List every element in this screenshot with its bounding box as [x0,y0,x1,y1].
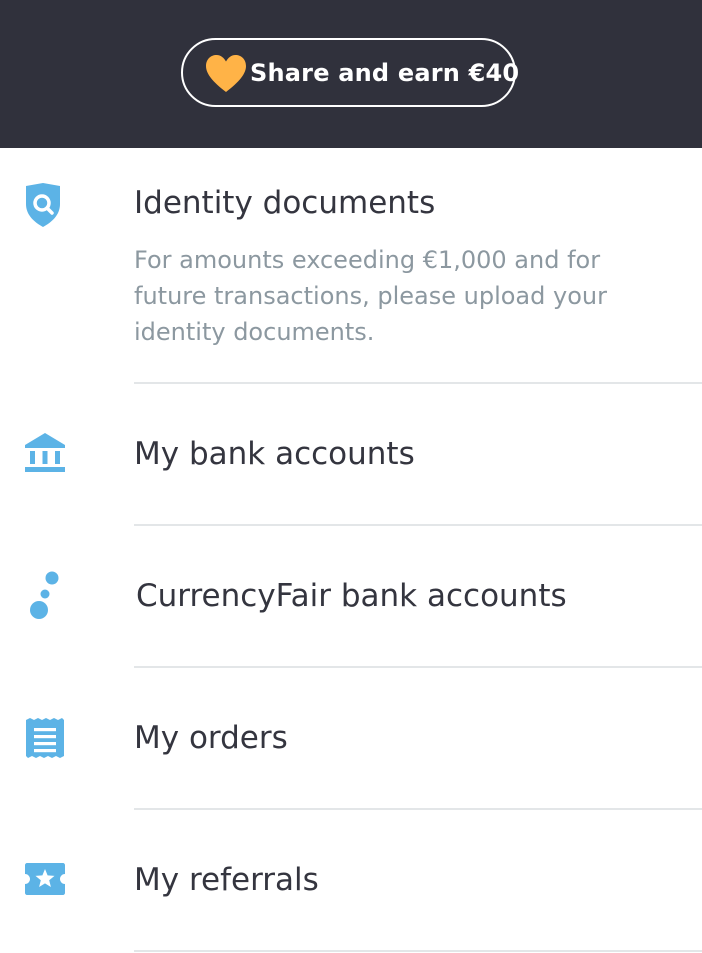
share-button-label: Share and earn €40 [250,58,520,87]
divider [134,950,702,952]
menu-item-title: My referrals [134,862,319,898]
menu-item-currencyfair-bank-accounts[interactable]: CurrencyFair bank accounts [0,526,702,666]
menu-item-title: My bank accounts [134,436,415,472]
shield-search-icon [26,183,60,227]
heart-icon [206,55,246,92]
header-bar: Share and earn €40 [0,0,702,148]
menu-item-description: For amounts exceeding €1,000 and for fut… [134,246,607,346]
share-and-earn-button[interactable]: Share and earn €40 [181,38,520,107]
currencyfair-dots-icon [30,571,59,619]
menu-item-my-referrals[interactable]: My referrals [0,810,702,950]
menu-item-title: CurrencyFair bank accounts [136,578,567,614]
menu-item-title: My orders [134,720,288,756]
menu-item-my-bank-accounts[interactable]: My bank accounts [0,384,702,524]
ticket-star-icon [25,863,65,895]
receipt-icon [26,718,64,758]
bank-icon [25,433,65,472]
menu-item-title: Identity documents [134,185,436,221]
menu-item-identity-documents[interactable]: Identity documents For amounts exceeding… [0,148,702,383]
menu-item-my-orders[interactable]: My orders [0,668,702,808]
